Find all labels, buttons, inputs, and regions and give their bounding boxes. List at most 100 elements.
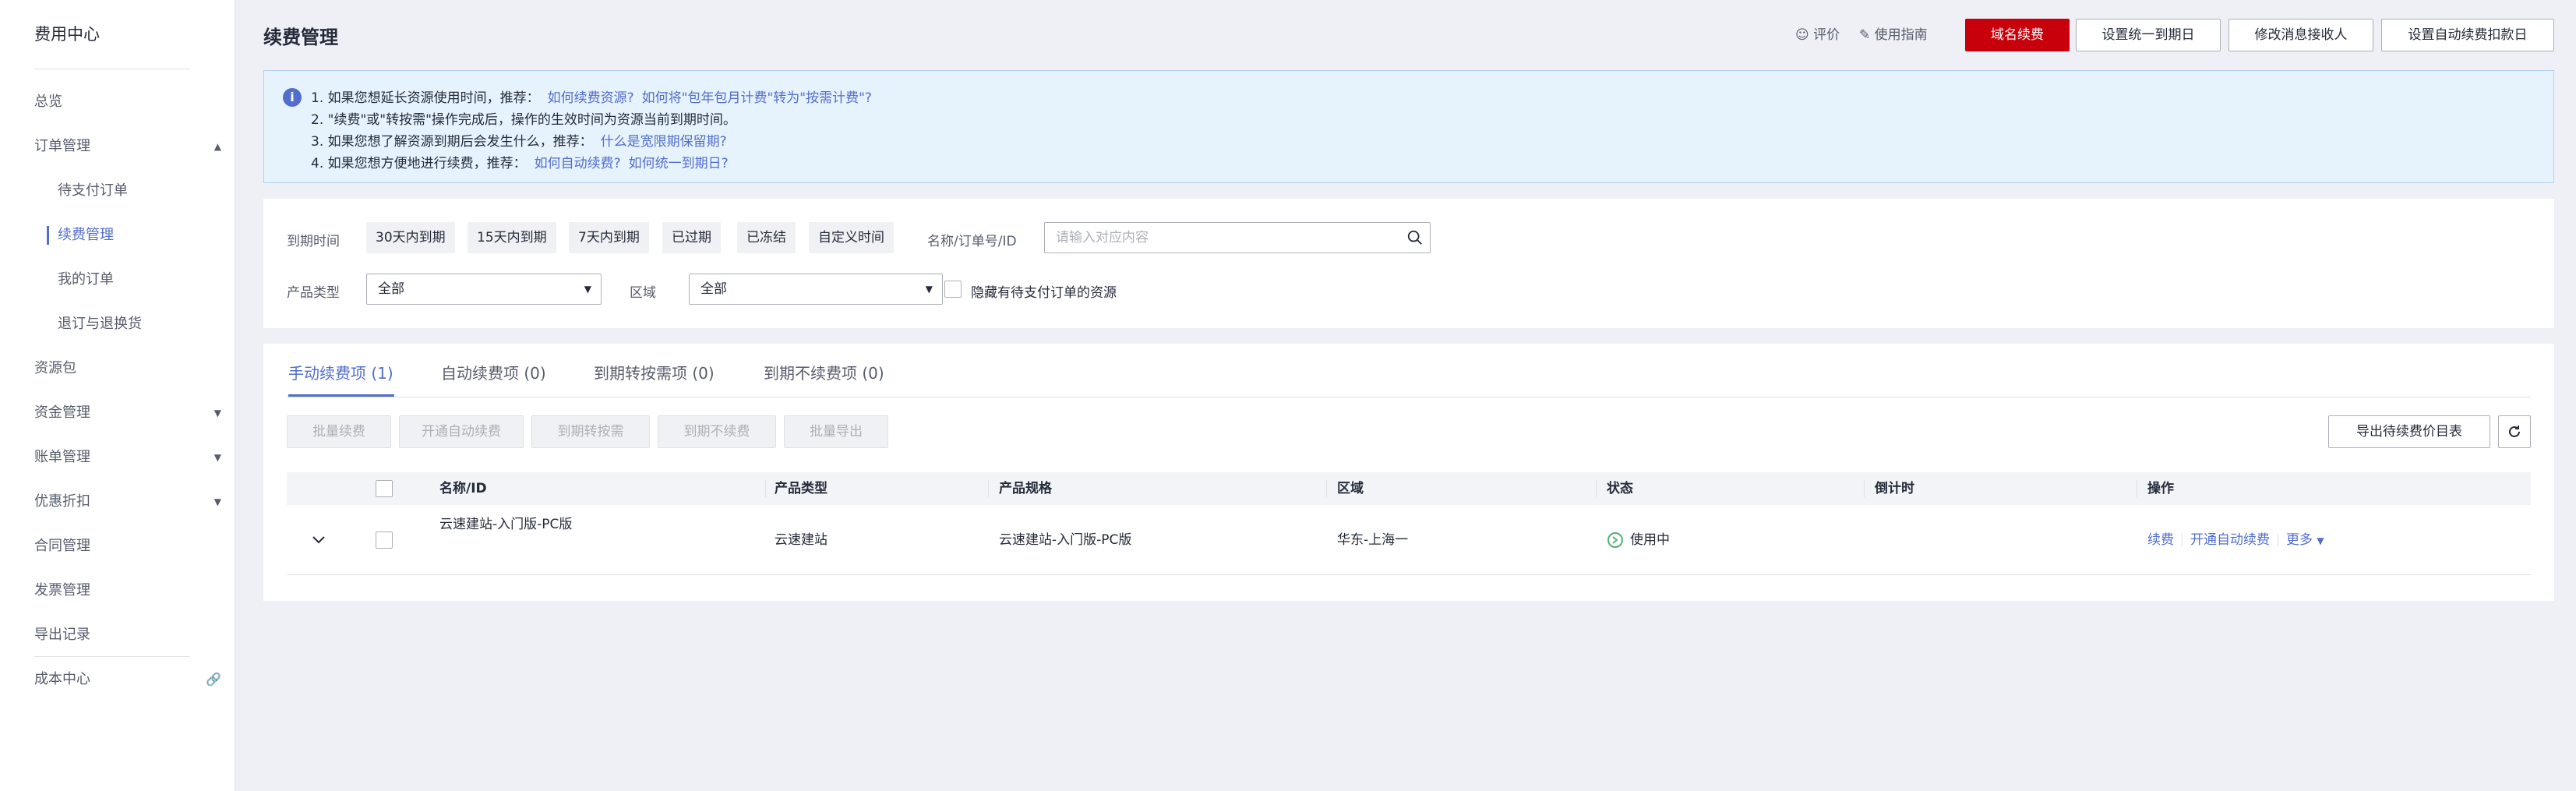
active-indicator — [47, 226, 49, 245]
batch-renew-button[interactable]: 批量续费 — [287, 415, 391, 448]
product-type-label: 产品类型 — [287, 285, 340, 301]
chip-expired[interactable]: 已过期 — [662, 222, 721, 253]
set-auto-debit-date-button[interactable]: 设置自动续费扣款日 — [2381, 19, 2554, 51]
column-divider — [988, 480, 989, 497]
to-on-demand-button[interactable]: 到期转按需 — [531, 415, 650, 448]
sidebar-item-refunds[interactable]: 退订与退换货 — [58, 311, 221, 337]
sidebar: 费用中心 总览 订单管理 ▲ 待支付订单 续费管理 我的订单 退订与退换货 资源包… — [0, 0, 235, 791]
sidebar-item-pending-orders[interactable]: 待支付订单 — [58, 178, 221, 204]
sidebar-item-funds[interactable]: 资金管理 ▼ — [34, 400, 221, 426]
sidebar-item-label: 我的订单 — [58, 271, 114, 288]
no-renew-button[interactable]: 到期不续费 — [658, 415, 776, 448]
info-line: 1. 如果您想延长资源使用时间，推荐： 如何续费资源? 如何将"包年包月计费"转为"… — [311, 87, 872, 106]
sidebar-item-label: 优惠折扣 — [34, 493, 90, 510]
info-link[interactable]: 如何续费资源? — [548, 90, 634, 106]
tab-underline — [288, 394, 394, 397]
region-select[interactable]: 全部 ▼ — [689, 274, 943, 305]
export-price-list-button[interactable]: 导出待续费价目表 — [2328, 415, 2490, 448]
rate-link[interactable]: ☺ 评价 — [1795, 23, 1840, 43]
tab-no-renew[interactable]: 到期不续费项 (0) — [764, 361, 884, 383]
chip-frozen[interactable]: 已冻结 — [737, 222, 796, 253]
sidebar-item-label: 成本中心 — [34, 671, 90, 687]
tab-to-on-demand[interactable]: 到期转按需项 (0) — [594, 361, 715, 383]
row-checkbox[interactable] — [376, 531, 393, 549]
enable-auto-renew-link[interactable]: 开通自动续费 — [2190, 532, 2270, 548]
tab-auto-renew[interactable]: 自动续费项 (0) — [441, 361, 546, 383]
sidebar-title: 费用中心 — [34, 25, 100, 44]
set-unified-date-button[interactable]: 设置统一到期日 — [2076, 19, 2221, 51]
sidebar-item-contracts[interactable]: 合同管理 — [34, 533, 221, 560]
sidebar-item-export-records[interactable]: 导出记录 — [34, 622, 221, 648]
chip-custom-time[interactable]: 自定义时间 — [809, 222, 894, 253]
enable-auto-renew-button[interactable]: 开通自动续费 — [399, 415, 524, 448]
info-text: 3. 如果您想了解资源到期后会发生什么，推荐： — [311, 134, 593, 150]
info-link[interactable]: 如何将"包年包月计费"转为"按需计费"? — [642, 90, 872, 106]
info-banner: i 1. 如果您想延长资源使用时间，推荐： 如何续费资源? 如何将"包年包月计费"转… — [263, 70, 2554, 183]
sidebar-item-orders[interactable]: 订单管理 ▲ — [34, 133, 221, 160]
renew-link[interactable]: 续费 — [2147, 532, 2174, 548]
chip-7-days[interactable]: 7天内到期 — [569, 222, 649, 253]
info-text: 1. 如果您想延长资源使用时间，推荐： — [311, 90, 540, 106]
edit-receiver-button[interactable]: 修改消息接收人 — [2228, 19, 2373, 51]
info-icon: i — [283, 88, 302, 107]
search-icon[interactable] — [1406, 229, 1424, 246]
search-input[interactable] — [1045, 223, 1388, 252]
search-box — [1044, 222, 1431, 253]
more-dropdown[interactable]: 更多 ▼ — [2286, 532, 2324, 548]
hide-pending-checkbox[interactable] — [944, 281, 962, 298]
info-link[interactable]: 什么是宽限期保留期? — [601, 134, 727, 150]
domain-renew-button[interactable]: 域名续费 — [1965, 19, 2070, 51]
info-link[interactable]: 如何统一到期日? — [629, 156, 729, 171]
search-label: 名称/订单号/ID — [927, 234, 1017, 249]
chevron-down-icon: ▼ — [213, 452, 221, 463]
sidebar-item-bills[interactable]: 账单管理 ▼ — [34, 444, 221, 471]
status-running-icon — [1607, 532, 1623, 548]
table-panel: 手动续费项 (1) 自动续费项 (0) 到期转按需项 (0) 到期不续费项 (0… — [263, 344, 2554, 601]
edit-icon: ✎ — [1859, 27, 1871, 43]
info-line: 4. 如果您想方便地进行续费，推荐： 如何自动续费? 如何统一到期日? — [311, 152, 729, 171]
cell-product-type: 云速建站 — [775, 532, 827, 548]
chevron-up-icon: ▲ — [213, 141, 221, 152]
sidebar-item-label: 资源包 — [34, 360, 76, 376]
sidebar-item-cost-center[interactable]: 成本中心 🔗 — [34, 666, 221, 693]
sidebar-item-label: 总览 — [34, 94, 62, 110]
sidebar-item-resource-packages[interactable]: 资源包 — [34, 355, 221, 382]
column-header: 状态 — [1607, 481, 1633, 496]
column-header: 操作 — [2147, 481, 2174, 496]
resource-name[interactable]: 云速建站-入门版-PC版 — [439, 516, 572, 533]
filter-panel: 到期时间 30天内到期 15天内到期 7天内到期 已过期 已冻结 自定义时间 名… — [263, 199, 2554, 328]
sidebar-item-overview[interactable]: 总览 — [34, 89, 221, 115]
status-text: 使用中 — [1630, 532, 1670, 548]
column-divider — [1326, 480, 1327, 497]
select-all-checkbox[interactable] — [376, 480, 393, 497]
cell-spec: 云速建站-入门版-PC版 — [999, 532, 1132, 548]
region-label: 区域 — [630, 285, 656, 301]
info-link[interactable]: 如何自动续费? — [535, 156, 621, 171]
sidebar-item-label: 合同管理 — [34, 538, 90, 554]
refresh-button[interactable] — [2498, 415, 2531, 448]
column-divider — [1864, 480, 1865, 497]
caret-down-icon: ▼ — [584, 284, 591, 295]
tab-manual-renew[interactable]: 手动续费项 (1) — [288, 361, 393, 383]
sidebar-item-renewals[interactable]: 续费管理 — [58, 222, 221, 249]
hide-pending-label: 隐藏有待支付订单的资源 — [971, 285, 1117, 301]
batch-export-button[interactable]: 批量导出 — [784, 415, 888, 448]
guide-link[interactable]: ✎ 使用指南 — [1859, 23, 1928, 43]
more-label: 更多 — [2286, 532, 2313, 548]
select-value: 全部 — [700, 281, 727, 297]
sidebar-item-label: 续费管理 — [58, 227, 114, 243]
sidebar-item-label: 待支付订单 — [58, 182, 128, 199]
cell-region: 华东-上海一 — [1337, 532, 1409, 548]
sidebar-item-invoices[interactable]: 发票管理 — [34, 577, 221, 604]
sidebar-item-discounts[interactable]: 优惠折扣 ▼ — [34, 489, 221, 515]
expire-label: 到期时间 — [287, 234, 340, 249]
sidebar-item-label: 导出记录 — [34, 627, 90, 643]
chip-15-days[interactable]: 15天内到期 — [468, 222, 556, 253]
column-header: 产品规格 — [999, 481, 1052, 496]
guide-label: 使用指南 — [1874, 27, 1928, 43]
product-type-select[interactable]: 全部 ▼ — [366, 274, 602, 305]
chip-30-days[interactable]: 30天内到期 — [366, 222, 455, 253]
expand-row-icon[interactable] — [310, 505, 327, 575]
column-header: 区域 — [1337, 481, 1364, 496]
sidebar-item-my-orders[interactable]: 我的订单 — [58, 267, 221, 293]
